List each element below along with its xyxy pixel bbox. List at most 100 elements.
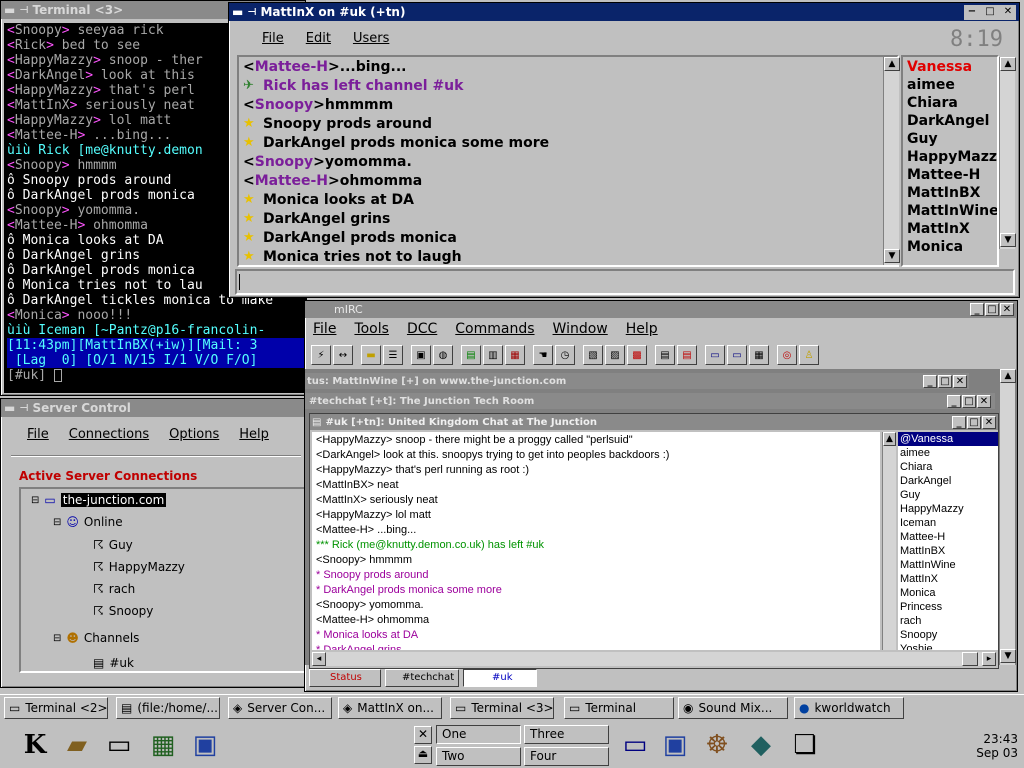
desktop-three-button[interactable]: Three (524, 725, 609, 744)
minimize-button[interactable]: _ (947, 394, 961, 408)
address-book-icon[interactable]: ▣ (411, 345, 431, 365)
mdi-scrollbar[interactable]: ▲ ▼ (999, 369, 1016, 665)
nick-list-item[interactable]: Iceman (898, 516, 998, 530)
globe-icon[interactable]: ◍ (433, 345, 453, 365)
lock-screen-icon[interactable]: ✕ (414, 726, 432, 744)
dcc-send-icon[interactable]: ▧ (583, 345, 603, 365)
status-child-titlebar[interactable]: tus: MattInWine [+] on www.the-junction.… (305, 373, 969, 389)
nick-list-item[interactable]: Chiara (907, 94, 993, 112)
menu-window[interactable]: Window (553, 321, 608, 337)
control-center-icon[interactable]: ▦ (144, 726, 182, 764)
scroll-up-arrow[interactable]: ▲ (1000, 369, 1016, 383)
task-terminal3[interactable]: ▭ Terminal <3> (450, 697, 554, 719)
menu-dcc[interactable]: DCC (407, 321, 437, 337)
nick-list-item[interactable]: MattInBX (907, 184, 993, 202)
server-control-titlebar[interactable]: ▬ ⊣ Server Control (1, 399, 305, 417)
maximize-button[interactable]: □ (962, 394, 976, 408)
arrange-icon[interactable]: ▦ (749, 345, 769, 365)
switchbar-uk[interactable]: #uk (463, 669, 537, 687)
menu-connections[interactable]: Connections (69, 427, 149, 442)
chat-scrollbar[interactable]: ▲ ▼ (883, 57, 900, 265)
task-terminal2[interactable]: ▭ Terminal <2> (4, 697, 108, 719)
window-menu-icon[interactable]: ▬ (4, 3, 15, 17)
task-terminal[interactable]: ▭ Terminal (564, 697, 674, 719)
helm-icon[interactable]: ☸ (698, 726, 736, 764)
terminal-prompt[interactable]: [#uk] (7, 368, 307, 383)
logout-icon[interactable]: ⏏ (414, 746, 432, 764)
task-file-manager[interactable]: ▤ (file:/home/... (116, 697, 220, 719)
list-icon[interactable]: ☰ (383, 345, 403, 365)
minimize-button[interactable]: _ (952, 415, 966, 429)
window-menu-icon[interactable]: ▬ (232, 5, 243, 19)
scroll-up-arrow[interactable]: ▲ (883, 432, 896, 446)
nick-list-item[interactable]: MattInBX (898, 544, 998, 558)
scroll-down-arrow[interactable]: ▼ (1000, 233, 1016, 247)
nick-list-item[interactable]: Yoshie (898, 642, 998, 650)
disk-icon[interactable]: ◆ (742, 726, 780, 764)
scroll-up-arrow[interactable]: ▲ (1000, 57, 1016, 71)
nick-list-item[interactable]: Monica (907, 238, 993, 256)
minimize-button[interactable]: _ (970, 303, 984, 316)
folder-icon[interactable]: ▬ (361, 345, 381, 365)
task-kworldwatch[interactable]: ● kworldwatch (794, 697, 904, 719)
scroll-up-arrow[interactable]: ▲ (884, 57, 900, 71)
close-button[interactable]: ✕ (1000, 303, 1014, 316)
nick-list-item[interactable]: aimee (907, 76, 993, 94)
urls-icon[interactable]: ▤ (677, 345, 697, 365)
menu-file[interactable]: File (27, 427, 49, 442)
desktop-one-button[interactable]: One (436, 725, 521, 744)
tree-user[interactable]: ☈ rach (93, 582, 135, 596)
help-lifebuoy-icon[interactable]: ◎ (777, 345, 797, 365)
uk-child-titlebar[interactable]: ▤ #uk [+tn]: United Kingdom Chat at The J… (310, 414, 998, 430)
home-folder-icon[interactable]: ▰ (58, 726, 96, 764)
mirc-titlebar[interactable]: mIRC _ □ ✕ (305, 301, 1017, 318)
irc-input-field[interactable] (235, 269, 1015, 295)
scroll-down-arrow[interactable]: ▼ (884, 249, 900, 263)
tree-user[interactable]: ☈ Guy (93, 538, 133, 552)
minimize-button[interactable]: _ (923, 374, 937, 388)
maximize-button[interactable]: □ (967, 415, 981, 429)
nick-list-item[interactable]: Monica (898, 586, 998, 600)
cascade-icon[interactable]: ▭ (727, 345, 747, 365)
nick-list-item[interactable]: HappyMazzy (898, 502, 998, 516)
switchbar-techchat[interactable]: #techchat (385, 669, 459, 687)
desktop-two-button[interactable]: Two (436, 747, 521, 766)
scroll-right-arrow[interactable]: ▸ (982, 652, 996, 666)
desktop-four-button[interactable]: Four (524, 747, 609, 766)
network-tool-icon[interactable]: ▣ (656, 726, 694, 764)
nick-list-item[interactable]: Mattee-H (898, 530, 998, 544)
network-icon[interactable]: ▣ (186, 726, 224, 764)
collapse-icon[interactable]: ⊟ (31, 495, 39, 506)
scroll-left-arrow[interactable]: ◂ (312, 652, 326, 666)
close-button[interactable]: ✕ (953, 374, 967, 388)
nick-list-item[interactable]: MattInWine (907, 202, 997, 220)
notify-icon[interactable]: ▤ (655, 345, 675, 365)
nick-list-item[interactable]: MattInX (907, 220, 993, 238)
nick-list-item[interactable]: HappyMazzy (907, 148, 997, 166)
sticky-icon[interactable]: ⊣ (19, 403, 28, 414)
menu-users[interactable]: Users (353, 31, 389, 46)
uk-chat-scrollbar[interactable]: ▲ (882, 432, 896, 650)
tree-channel[interactable]: ▤ #uk (93, 656, 134, 670)
nick-list-item[interactable]: Vanessa (907, 58, 993, 76)
nick-list-item[interactable]: Mattee-H (907, 166, 993, 184)
uk-hscrollbar[interactable]: ◂ ▸ (312, 652, 996, 666)
nick-list-item[interactable]: Princess (898, 600, 998, 614)
close-button[interactable]: ✕ (977, 394, 991, 408)
scroll-down-arrow[interactable]: ▼ (1000, 649, 1016, 663)
task-mattinx[interactable]: ◈ MattInX on... (338, 697, 442, 719)
nicklist-scrollbar[interactable]: ▲ ▼ (999, 57, 1016, 249)
disconnect-icon[interactable]: ↔ (333, 345, 353, 365)
menu-file[interactable]: File (313, 321, 336, 337)
close-button[interactable]: ✕ (982, 415, 996, 429)
menu-help[interactable]: Help (239, 427, 269, 442)
techchat-child-titlebar[interactable]: #techchat [+t]: The Junction Tech Room _… (305, 393, 995, 409)
windows-icon[interactable]: ❏ (786, 726, 824, 764)
nick-list-item[interactable]: Guy (907, 130, 993, 148)
remote-icon[interactable]: ▦ (505, 345, 525, 365)
tree-user[interactable]: ☈ HappyMazzy (93, 560, 185, 574)
nick-list-item[interactable]: DarkAngel (898, 474, 998, 488)
tile-icon[interactable]: ▭ (705, 345, 725, 365)
sticky-icon[interactable]: ⊣ (19, 5, 28, 16)
tree-server[interactable]: ⊟ ▭ the-junction.com (31, 493, 167, 507)
